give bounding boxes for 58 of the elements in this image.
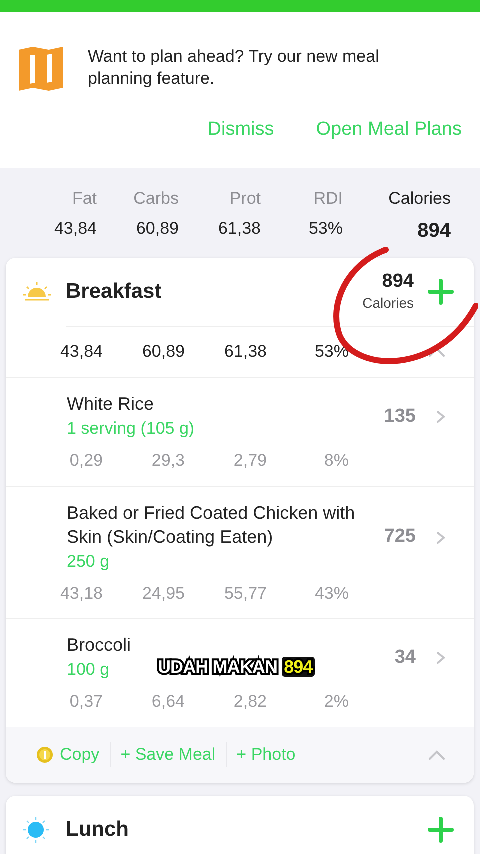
- food-calories: 135: [384, 404, 416, 429]
- food-value: 0,37: [68, 691, 103, 713]
- calories-label: Calories: [362, 294, 414, 312]
- action-link[interactable]: Copy: [36, 742, 111, 768]
- sun-icon: [22, 816, 50, 844]
- action-link[interactable]: + Save Meal: [120, 742, 227, 768]
- collapse-icon[interactable]: [428, 347, 446, 357]
- meal-total: 53%: [314, 341, 349, 364]
- add-icon[interactable]: [428, 279, 454, 305]
- column-header: Fat: [71, 188, 97, 210]
- meal-total: 61,38: [223, 341, 267, 364]
- food-amount: 250 g: [67, 550, 110, 572]
- action-link[interactable]: + Photo: [236, 742, 306, 768]
- food-value: 2,79: [232, 450, 267, 472]
- food-value: 55,77: [223, 582, 267, 604]
- video-caption: UDAH MAKAN 894: [158, 656, 315, 679]
- sunrise-icon: [22, 280, 52, 304]
- summary-value: 61,38: [217, 218, 261, 240]
- food-value: 2,82: [232, 691, 267, 713]
- map-icon: [18, 46, 64, 92]
- food-calories: 34: [394, 646, 416, 670]
- food-calories: 725: [384, 525, 416, 550]
- food-value: 24,95: [141, 582, 185, 604]
- summary-value: 43,84: [53, 218, 97, 240]
- column-header: Prot: [228, 188, 261, 210]
- dismiss-link[interactable]: Dismiss: [208, 116, 274, 144]
- food-name: Broccoli: [67, 634, 132, 657]
- meal-total: 43,84: [59, 341, 103, 364]
- food-value: 43%: [314, 582, 349, 604]
- chevron-right-icon[interactable]: [436, 651, 446, 665]
- food-amount: 100 g: [67, 659, 110, 681]
- column-header: RDI: [312, 188, 343, 210]
- open-meal-plans-link[interactable]: Open Meal Plans: [316, 116, 462, 144]
- chevron-right-icon[interactable]: [436, 530, 446, 544]
- food-value: 8%: [323, 450, 349, 472]
- food-value: 2%: [323, 691, 349, 713]
- food-amount: 1 serving (105 g): [67, 418, 195, 440]
- food-value: 29,3: [150, 450, 185, 472]
- chevron-right-icon[interactable]: [436, 410, 446, 424]
- food-name: White Rice: [67, 393, 156, 416]
- summary-value: 53%: [308, 218, 343, 240]
- coin-icon: [36, 746, 54, 764]
- food-value: 43,18: [59, 582, 103, 604]
- summary-value: 60,89: [135, 218, 179, 240]
- food-value: 0,29: [68, 450, 103, 472]
- meal-title: Breakfast: [66, 279, 163, 306]
- food-value: 6,64: [150, 691, 185, 713]
- banner-text: Want to plan ahead? Try our new meal planning feature.: [88, 46, 380, 90]
- meal-total: 60,89: [141, 341, 185, 364]
- food-row[interactable]: Baked or Fried Coated Chicken with Skin (Skin/Coating Eaten) 250 g 725 43,18 24,95 55,77 43%: [6, 486, 474, 618]
- food-row[interactable]: White Rice 1 serving (105 g) 135 0,29 29,3 2,79 8%: [6, 377, 474, 486]
- food-name: Baked or Fried Coated Chicken with Skin (Skin/Coating Eaten): [67, 502, 356, 548]
- column-header: Carbs: [132, 188, 179, 210]
- meal-calories: 894: [382, 270, 414, 292]
- summary-value: 894: [416, 218, 451, 244]
- column-header: Calories: [388, 188, 451, 210]
- meal-title: Lunch: [66, 816, 130, 843]
- add-icon[interactable]: [428, 816, 454, 842]
